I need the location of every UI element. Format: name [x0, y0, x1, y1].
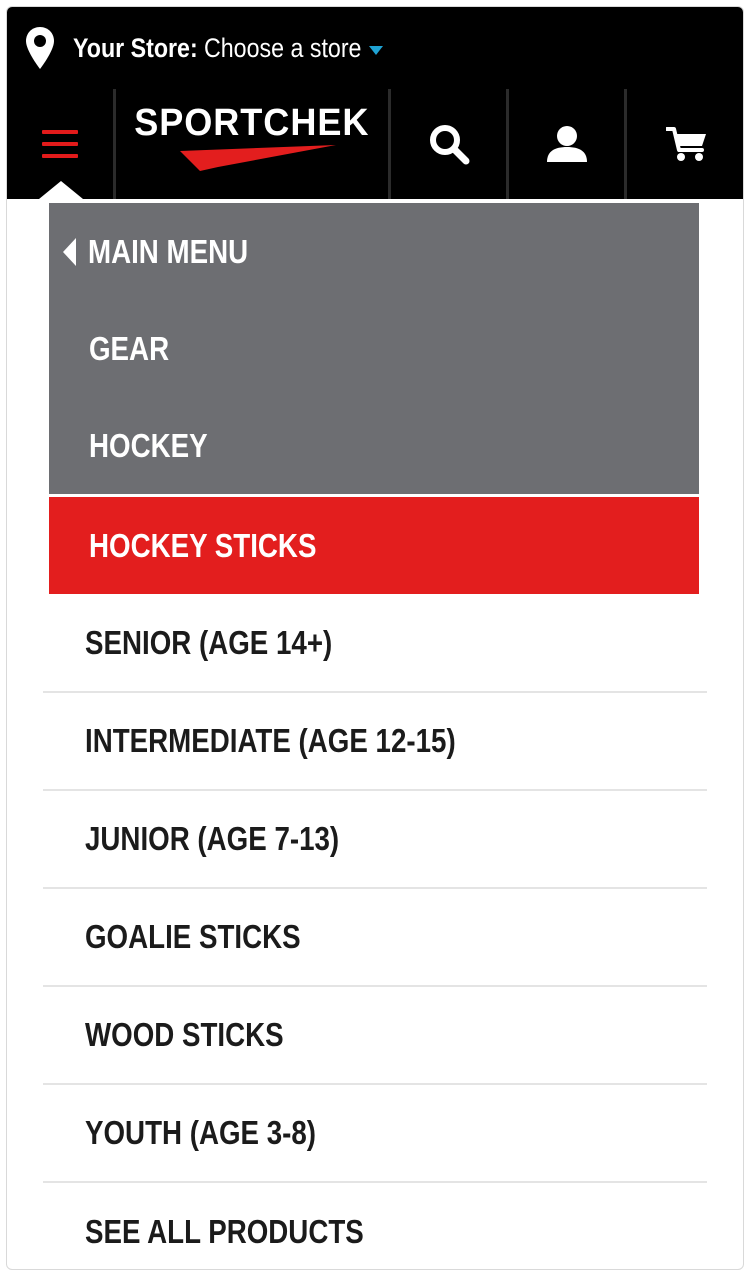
search-button[interactable] — [392, 89, 506, 199]
list-item-label: SENIOR (AGE 14+) — [85, 624, 333, 661]
breadcrumb-hockey[interactable]: HOCKEY — [49, 397, 699, 494]
list-item-label: GOALIE STICKS — [85, 918, 301, 955]
active-category-hockey-sticks[interactable]: HOCKEY STICKS — [49, 497, 699, 594]
list-item-label: INTERMEDIATE (AGE 12-15) — [85, 722, 456, 759]
nav-divider — [388, 89, 391, 199]
active-category-label: HOCKEY STICKS — [89, 526, 317, 564]
store-label: Your Store: — [73, 32, 198, 63]
menu-pointer — [39, 181, 83, 199]
nav-divider — [624, 89, 627, 199]
main-menu-back[interactable]: MAIN MENU — [49, 203, 699, 300]
store-value[interactable]: Choose a store — [204, 33, 361, 64]
location-pin-icon — [26, 27, 54, 69]
list-item-label: WOOD STICKS — [85, 1016, 284, 1053]
breadcrumb-label: GEAR — [89, 329, 170, 367]
nav-divider — [506, 89, 509, 199]
app-frame: Your Store: Choose a store SPORTCHEK MAI… — [6, 6, 744, 1270]
logo-swoosh-icon — [180, 144, 336, 171]
nav-bar: SPORTCHEK — [7, 89, 743, 199]
list-item-wood-sticks[interactable]: WOOD STICKS — [43, 987, 707, 1085]
menu-icon — [42, 130, 78, 158]
list-item-youth[interactable]: YOUTH (AGE 3-8) — [43, 1085, 707, 1183]
site-header: Your Store: Choose a store SPORTCHEK — [7, 7, 743, 199]
logo-link[interactable]: SPORTCHEK — [116, 89, 388, 199]
main-menu-label: MAIN MENU — [88, 232, 249, 270]
back-arrow-icon — [63, 237, 76, 266]
list-item-senior[interactable]: SENIOR (AGE 14+) — [43, 595, 707, 693]
cart-icon — [665, 127, 706, 161]
logo: SPORTCHEK — [134, 101, 370, 144]
breadcrumb-gear[interactable]: GEAR — [49, 300, 699, 397]
list-item-see-all-products[interactable]: SEE ALL PRODUCTS — [43, 1183, 707, 1269]
list-item-goalie-sticks[interactable]: GOALIE STICKS — [43, 889, 707, 987]
cart-button[interactable] — [628, 89, 743, 199]
list-item-intermediate[interactable]: INTERMEDIATE (AGE 12-15) — [43, 693, 707, 791]
list-item-label: YOUTH (AGE 3-8) — [85, 1114, 317, 1151]
breadcrumb-label: HOCKEY — [89, 426, 208, 464]
list-item-junior[interactable]: JUNIOR (AGE 7-13) — [43, 791, 707, 889]
menu-panel: MAIN MENU GEAR HOCKEY HOCKEY STICKS — [49, 203, 699, 594]
chevron-down-icon[interactable] — [369, 45, 384, 55]
account-button[interactable] — [510, 89, 624, 199]
subcategory-list: SENIOR (AGE 14+) INTERMEDIATE (AGE 12-15… — [43, 595, 707, 1269]
store-selector[interactable]: Your Store: Choose a store — [7, 7, 743, 89]
search-icon — [430, 125, 470, 165]
list-item-label: JUNIOR (AGE 7-13) — [85, 820, 340, 857]
list-item-label: SEE ALL PRODUCTS — [85, 1213, 364, 1250]
breadcrumb-menu: MAIN MENU GEAR HOCKEY — [49, 203, 699, 494]
user-icon — [547, 126, 587, 162]
